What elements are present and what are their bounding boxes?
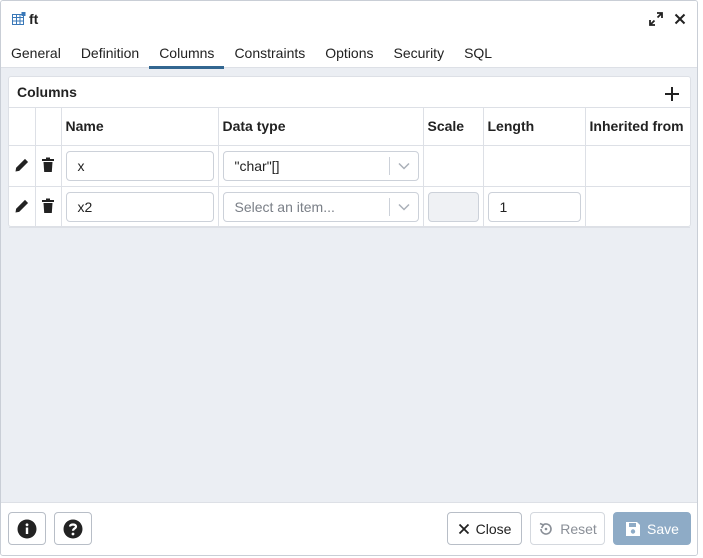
data-type-cell: "char"[] — [218, 145, 424, 187]
floppy-disk-icon — [625, 521, 641, 537]
columns-panel-title: Columns — [17, 84, 77, 100]
info-icon — [17, 519, 37, 538]
columns-panel-header: Columns — [9, 77, 690, 108]
plus-icon — [665, 86, 679, 101]
name-header: Name — [61, 108, 219, 146]
length-input[interactable]: 1 — [487, 191, 581, 222]
trash-icon[interactable] — [39, 197, 57, 215]
close-button-label: Close — [475, 520, 512, 537]
scale-input[interactable] — [427, 191, 479, 222]
data-type-select[interactable]: "char"[] — [222, 150, 419, 181]
name-input[interactable]: x2 — [65, 191, 214, 222]
close-button[interactable]: Close — [447, 512, 522, 545]
tab-options[interactable]: Options — [315, 37, 383, 68]
name-cell: x — [61, 145, 219, 187]
table-dialog: ft General Definition Columns Constraint… — [0, 0, 698, 556]
maximize-icon[interactable] — [647, 10, 665, 28]
dialog-footer: Close Reset Save — [1, 502, 697, 555]
data-type-header: Data type — [218, 108, 424, 146]
edit-column-header — [9, 108, 36, 146]
inherited-from-cell — [585, 145, 690, 187]
scale-cell — [423, 145, 484, 187]
save-button[interactable]: Save — [613, 512, 691, 545]
close-icon[interactable] — [671, 10, 689, 28]
reset-button[interactable]: Reset — [530, 512, 605, 545]
scale-cell — [423, 186, 484, 228]
tab-columns[interactable]: Columns — [149, 37, 225, 69]
table-row: x "char"[] — [9, 145, 690, 187]
length-cell — [483, 145, 586, 187]
save-button-label: Save — [647, 520, 679, 537]
help-icon — [63, 519, 83, 538]
title-bar: ft — [1, 1, 697, 37]
tab-sql[interactable]: SQL — [454, 37, 502, 68]
pencil-icon[interactable] — [13, 156, 31, 174]
delete-cell — [35, 186, 62, 228]
delete-column-header — [35, 108, 62, 146]
chevron-down-icon[interactable] — [390, 162, 418, 170]
dialog-title: ft — [29, 11, 39, 27]
edit-cell — [9, 186, 36, 228]
table-icon — [12, 12, 26, 26]
name-input[interactable]: x — [65, 150, 214, 181]
edit-cell — [9, 145, 36, 187]
scale-header: Scale — [423, 108, 484, 146]
tab-constraints[interactable]: Constraints — [224, 37, 315, 68]
data-type-placeholder: Select an item... — [234, 198, 335, 215]
tab-bar: General Definition Columns Constraints O… — [1, 37, 697, 69]
inherited-from-header: Inherited from — [585, 108, 690, 146]
chevron-down-icon[interactable] — [390, 203, 418, 211]
tab-security[interactable]: Security — [384, 37, 455, 68]
table-row: x2 Select an item... 1 — [9, 186, 690, 228]
info-button[interactable] — [8, 512, 46, 545]
add-row-button[interactable] — [662, 84, 682, 104]
pencil-icon[interactable] — [13, 197, 31, 215]
columns-panel: Columns Name Data type Scale Length Inhe… — [8, 76, 691, 228]
length-cell: 1 — [483, 186, 586, 228]
data-type-cell: Select an item... — [218, 186, 424, 228]
name-cell: x2 — [61, 186, 219, 228]
data-type-select[interactable]: Select an item... — [222, 191, 419, 222]
trash-icon[interactable] — [39, 156, 57, 174]
length-header: Length — [483, 108, 586, 146]
data-type-value: "char"[] — [234, 157, 280, 174]
columns-table: Name Data type Scale Length Inherited fr… — [9, 108, 690, 228]
table-header-row: Name Data type Scale Length Inherited fr… — [9, 108, 690, 146]
reset-icon — [538, 521, 554, 537]
tab-definition[interactable]: Definition — [71, 37, 149, 68]
reset-button-label: Reset — [560, 520, 597, 537]
tab-general[interactable]: General — [1, 37, 71, 68]
help-button[interactable] — [54, 512, 92, 545]
delete-cell — [35, 145, 62, 187]
x-icon — [458, 523, 470, 535]
inherited-from-cell — [585, 186, 690, 228]
